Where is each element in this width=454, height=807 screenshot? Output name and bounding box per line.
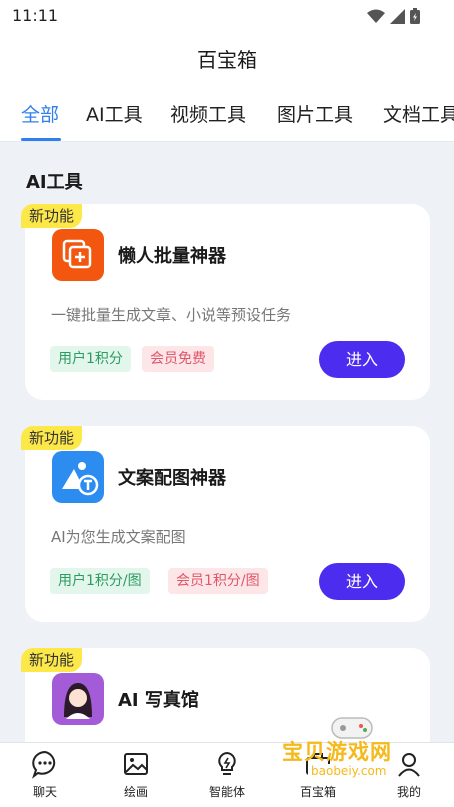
new-feature-badge: 新功能 [21, 204, 83, 228]
new-feature-badge: 新功能 [21, 426, 83, 450]
chat-icon [32, 750, 56, 779]
image-text-icon [52, 451, 104, 503]
watermark: 宝贝游戏网 baobeiy.com [272, 712, 432, 802]
user-price-tag: 用户1积分 [50, 346, 131, 372]
card-title: AI 写真馆 [118, 690, 199, 711]
watermark-text: 宝贝游戏网 [282, 740, 392, 764]
nav-label: 智能体 [208, 785, 245, 799]
nav-label: 聊天 [32, 785, 57, 799]
wifi-icon [367, 9, 385, 23]
enter-button[interactable]: 进入 [319, 563, 405, 600]
new-feature-badge: 新功能 [21, 648, 83, 672]
tab-document-tools[interactable]: 文档工具 [383, 100, 454, 127]
enter-button[interactable]: 进入 [319, 341, 405, 378]
nav-draw[interactable]: 绘画 [101, 749, 171, 800]
card-title: 懒人批量神器 [118, 246, 226, 267]
nav-agent[interactable]: 智能体 [192, 749, 262, 800]
nav-label: 绘画 [123, 785, 148, 799]
card-title: 文案配图神器 [118, 468, 226, 489]
nav-chat[interactable]: 聊天 [10, 749, 80, 800]
card-description: AI为您生成文案配图 [51, 528, 186, 546]
tab-image-tools[interactable]: 图片工具 [277, 100, 353, 127]
bulb-icon [218, 751, 236, 775]
vip-price-tag: 会员1积分/图 [168, 568, 268, 594]
signal-icon [390, 8, 405, 24]
vip-price-tag: 会员免费 [142, 346, 214, 372]
status-icons [367, 8, 420, 24]
status-time: 11:11 [12, 6, 59, 25]
user-price-tag: 用户1积分/图 [50, 568, 150, 594]
tool-list[interactable]: AI工具 新功能 懒人批量神器 一键批量生成文章、小说等预设任务 用户1积分 会… [0, 142, 454, 742]
section-title: AI工具 [26, 172, 83, 193]
tool-card-image-text[interactable]: 新功能 文案配图神器 AI为您生成文案配图 用户1积分/图 会员1积分/图 进入 [21, 426, 430, 622]
tab-ai-tools[interactable]: AI工具 [86, 100, 143, 127]
page-title: 百宝箱 [197, 48, 257, 72]
tab-video-tools[interactable]: 视频工具 [170, 100, 246, 127]
tool-card-batch[interactable]: 新功能 懒人批量神器 一键批量生成文章、小说等预设任务 用户1积分 会员免费 进… [21, 204, 430, 400]
status-bar: 11:11 [0, 0, 454, 32]
tab-all[interactable]: 全部 [21, 100, 59, 127]
category-tabs: 全部 AI工具 视频工具 图片工具 文档工具 [0, 86, 454, 142]
portrait-icon [52, 673, 104, 725]
watermark-url: baobeiy.com [308, 764, 390, 778]
title-bar: 百宝箱 [0, 32, 454, 86]
batch-icon [52, 229, 104, 281]
battery-icon [410, 8, 420, 24]
card-description: 一键批量生成文章、小说等预设任务 [51, 306, 292, 324]
active-tab-indicator [21, 138, 61, 141]
image-icon [124, 753, 148, 775]
